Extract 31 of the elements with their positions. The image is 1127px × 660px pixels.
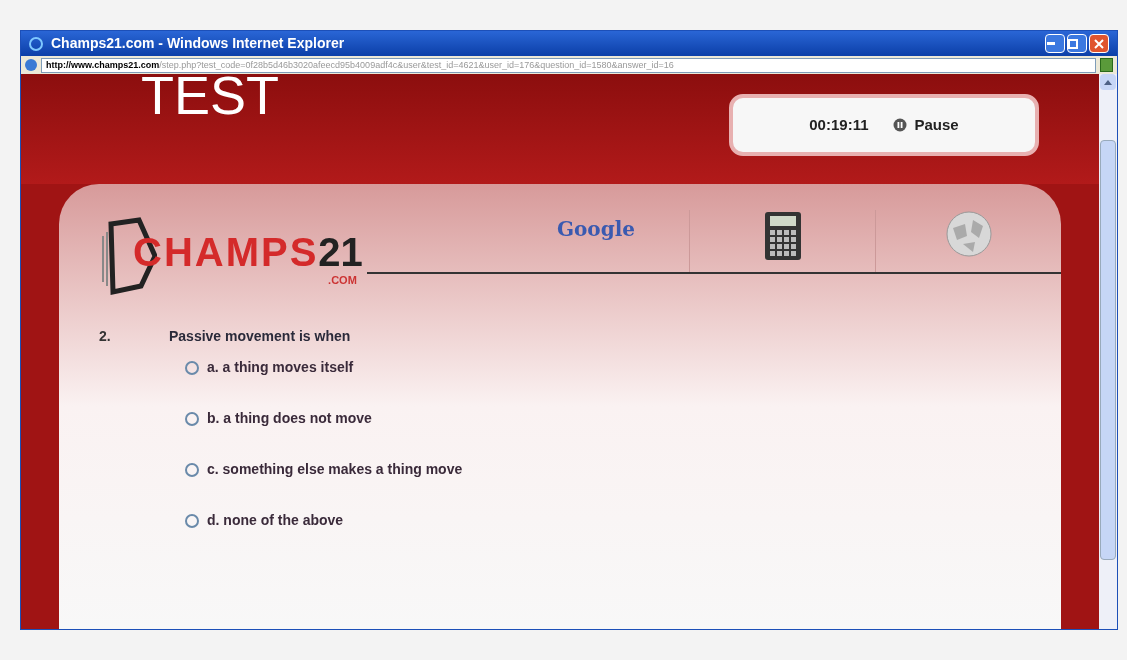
globe-icon[interactable] [944, 210, 993, 258]
page-title: TEST [141, 74, 279, 120]
calculator-icon[interactable] [762, 210, 803, 262]
answer-option[interactable]: a. a thing moves itself [185, 357, 463, 378]
radio-button[interactable] [185, 462, 199, 477]
close-icon [1094, 38, 1104, 49]
maximize-button[interactable] [1067, 34, 1087, 53]
scroll-up-button[interactable] [1100, 74, 1116, 90]
vertical-scrollbar[interactable] [1099, 74, 1117, 629]
question-text: Passive movement is when [169, 327, 352, 346]
up-arrow-icon [1104, 79, 1112, 85]
maximize-icon [1068, 38, 1078, 49]
answer-option[interactable]: c. something else makes a thing move [185, 459, 463, 480]
close-button[interactable] [1089, 34, 1109, 53]
radio-button[interactable] [185, 411, 199, 426]
pause-button[interactable]: Pause [892, 113, 959, 137]
page-icon [25, 59, 37, 71]
radio-button[interactable] [185, 513, 199, 528]
scroll-thumb[interactable] [1100, 140, 1116, 560]
minimize-button[interactable] [1045, 34, 1065, 53]
page-status-icon [1100, 58, 1113, 72]
pause-icon [892, 118, 907, 132]
minimize-icon [1046, 41, 1056, 46]
address-field[interactable]: http://www.champs21.com/step.php?test_code=0f28b5d46b3020afeecd95b4009adf4c&user&test_id=4621&user_id=176&question_id=1580&answer_id=16 [41, 57, 1096, 73]
answer-option[interactable]: d. none of the above [185, 510, 463, 531]
ie-logo-icon [29, 36, 43, 51]
question-number: 2. [99, 327, 112, 346]
answer-option[interactable]: b. a thing does not move [185, 408, 463, 429]
window-title: Champs21.com - Windows Internet Explorer [51, 34, 345, 53]
timer-text: 00:19:11 [809, 114, 869, 135]
radio-button[interactable] [185, 360, 199, 375]
